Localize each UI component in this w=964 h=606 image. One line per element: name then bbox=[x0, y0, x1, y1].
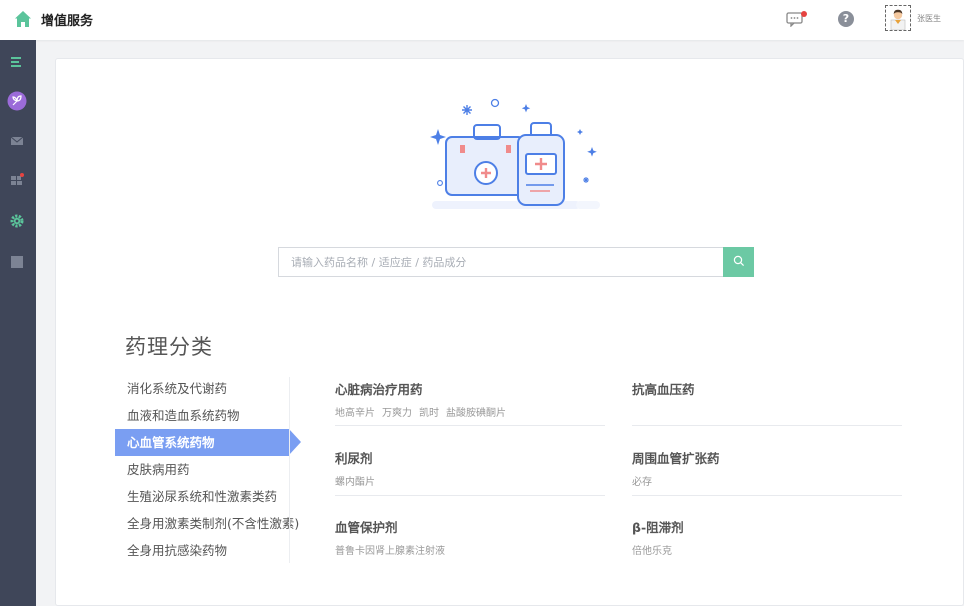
medicine-kit-illustration bbox=[430, 98, 600, 209]
subcategory-title[interactable]: 周围血管扩张药 bbox=[632, 448, 902, 467]
subcategory-title[interactable]: 心脏病治疗用药 bbox=[335, 379, 605, 398]
search-button[interactable] bbox=[723, 247, 754, 277]
notification-dot bbox=[801, 11, 807, 17]
subcategory-card: 利尿剂 螺内酯片 bbox=[335, 448, 605, 488]
leaf-icon[interactable] bbox=[7, 91, 27, 111]
main-card: 药理分类 消化系统及代谢药 血液和造血系统药物 心血管系统药物 皮肤病用药 生殖… bbox=[55, 58, 964, 606]
top-bar: 增值服务 ? 张医生 bbox=[0, 0, 964, 40]
category-list: 消化系统及代谢药 血液和造血系统药物 心血管系统药物 皮肤病用药 生殖泌尿系统和… bbox=[115, 375, 301, 564]
divider bbox=[335, 425, 605, 426]
page-title: 增值服务 bbox=[41, 14, 94, 29]
drug-link[interactable]: 螺内酯片 bbox=[335, 477, 375, 488]
subcategory-title[interactable]: 血管保护剂 bbox=[335, 517, 605, 536]
mail-icon[interactable] bbox=[9, 133, 25, 149]
sidebar bbox=[0, 40, 36, 606]
category-item[interactable]: 皮肤病用药 bbox=[115, 456, 301, 483]
drug-search-input[interactable] bbox=[278, 247, 724, 277]
drug-link[interactable]: 倍他乐克 bbox=[632, 546, 672, 557]
menu-icon[interactable] bbox=[9, 54, 25, 70]
subcategory-card: 血管保护剂 普鲁卡因肾上腺素注射液 bbox=[335, 517, 605, 557]
subcategory-card: 抗高血压药 bbox=[632, 379, 902, 398]
home-icon[interactable] bbox=[14, 10, 32, 28]
help-icon[interactable]: ? bbox=[838, 11, 854, 27]
subcategory-title[interactable]: 利尿剂 bbox=[335, 448, 605, 467]
drug-link[interactable]: 普鲁卡因肾上腺素注射液 bbox=[335, 546, 445, 557]
category-item-active[interactable]: 心血管系统药物 bbox=[115, 429, 301, 456]
grid-icon[interactable] bbox=[9, 172, 25, 188]
category-divider bbox=[289, 377, 290, 563]
section-title: 药理分类 bbox=[125, 335, 213, 359]
drug-link[interactable]: 必存 bbox=[632, 477, 652, 488]
drug-link[interactable]: 地高辛片 bbox=[335, 408, 375, 419]
drug-link[interactable]: 万爽力 bbox=[382, 408, 412, 419]
category-item[interactable]: 全身用激素类制剂(不含性激素) bbox=[115, 510, 301, 537]
category-item[interactable]: 消化系统及代谢药 bbox=[115, 375, 301, 402]
doctor-avatar-icon bbox=[890, 9, 906, 30]
drug-list: 普鲁卡因肾上腺素注射液 bbox=[335, 542, 605, 557]
subcategory-card: 心脏病治疗用药 地高辛片 万爽力 凯时 盐酸胺碘酮片 bbox=[335, 379, 605, 419]
drug-list: 倍他乐克 bbox=[632, 542, 902, 557]
subcategory-card: β-阻滞剂 倍他乐克 bbox=[632, 517, 902, 557]
divider bbox=[632, 495, 902, 496]
drug-list: 地高辛片 万爽力 凯时 盐酸胺碘酮片 bbox=[335, 404, 605, 419]
drug-list: 螺内酯片 bbox=[335, 473, 605, 488]
drug-link[interactable]: 盐酸胺碘酮片 bbox=[446, 408, 506, 419]
gear-icon[interactable] bbox=[9, 213, 25, 229]
square-icon[interactable] bbox=[9, 254, 25, 270]
drug-list: 必存 bbox=[632, 473, 902, 488]
category-item[interactable]: 血液和造血系统药物 bbox=[115, 402, 301, 429]
divider bbox=[632, 425, 902, 426]
subcategory-title[interactable]: β-阻滞剂 bbox=[632, 517, 902, 536]
avatar[interactable] bbox=[885, 5, 911, 31]
drug-link[interactable]: 凯时 bbox=[419, 408, 439, 419]
search-icon bbox=[733, 255, 744, 266]
category-item[interactable]: 生殖泌尿系统和性激素类药 bbox=[115, 483, 301, 510]
category-item[interactable]: 全身用抗感染药物 bbox=[115, 537, 301, 564]
subcategory-title[interactable]: 抗高血压药 bbox=[632, 379, 902, 398]
username[interactable]: 张医生 bbox=[917, 13, 941, 24]
divider bbox=[335, 495, 605, 496]
subcategory-card: 周围血管扩张药 必存 bbox=[632, 448, 902, 488]
